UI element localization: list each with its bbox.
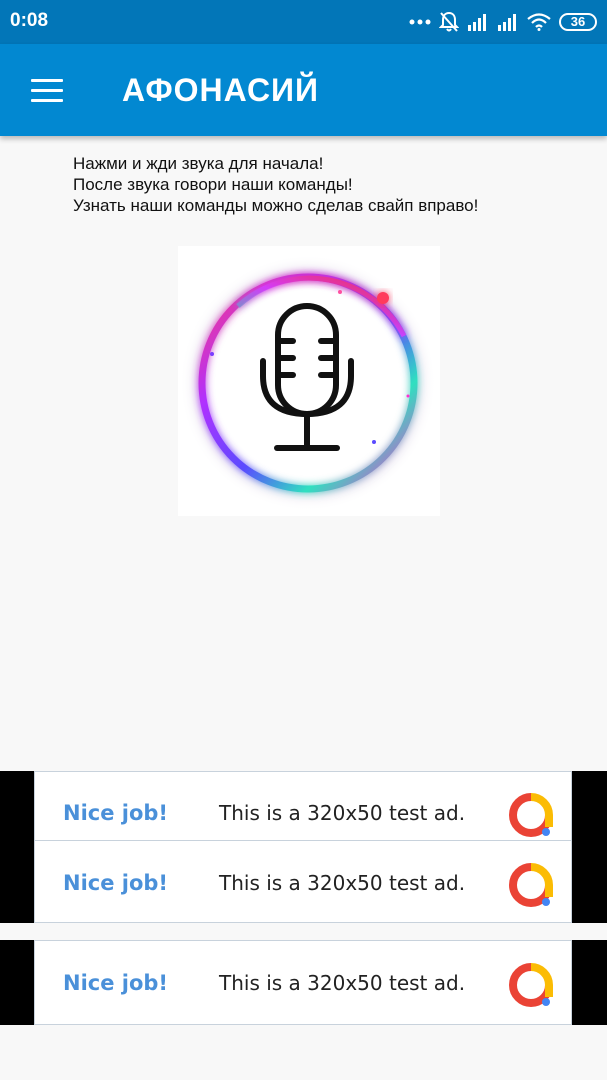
instructions-text: Нажми и жди звука для начала! После звук…	[73, 153, 593, 216]
status-bar: 0:08 36	[0, 0, 607, 44]
ad-row[interactable]: Nice job! This is a 320x50 test ad.	[35, 948, 571, 1018]
ad-text: This is a 320x50 test ad.	[219, 971, 466, 995]
battery-icon: 36	[559, 13, 597, 31]
hamburger-menu-icon[interactable]	[22, 68, 72, 112]
instruction-line: Узнать наши команды можно сделав свайп в…	[73, 196, 479, 215]
signal-icon	[498, 14, 516, 31]
instruction-line: После звука говори наши команды!	[73, 175, 353, 194]
status-time: 0:08	[10, 10, 49, 31]
ad-headline: Nice job!	[63, 971, 169, 995]
ad-text: This is a 320x50 test ad.	[219, 871, 466, 895]
ad-choices-icon	[509, 863, 553, 907]
app-title: АФОНАСИЙ	[122, 72, 320, 108]
app-bar: АФОНАСИЙ	[0, 44, 607, 136]
ad-text: This is a 320x50 test ad.	[219, 801, 466, 825]
ad-headline: Nice job!	[63, 871, 169, 895]
signal-icon	[468, 14, 486, 31]
ad-choices-icon	[509, 963, 553, 1007]
microphone-icon	[178, 246, 440, 516]
ad-card[interactable]: Nice job! This is a 320x50 test ad. Nice…	[34, 771, 572, 923]
instruction-line: Нажми и жди звука для начала!	[73, 154, 324, 173]
ad-row[interactable]: Nice job! This is a 320x50 test ad.	[35, 778, 571, 848]
ad-row[interactable]: Nice job! This is a 320x50 test ad.	[35, 848, 571, 918]
notifications-off-icon	[439, 11, 459, 32]
ad-choices-icon	[509, 793, 553, 837]
screen: 0:08 36 АФОНАСИЙ Нажми и жди звука для н…	[0, 0, 607, 1080]
status-icons: 36	[409, 8, 597, 36]
more-dots-icon	[409, 19, 431, 25]
ad-divider	[35, 840, 571, 841]
microphone-button[interactable]	[178, 246, 440, 516]
ad-card[interactable]: Nice job! This is a 320x50 test ad.	[34, 940, 572, 1025]
ad-headline: Nice job!	[63, 801, 169, 825]
wifi-icon	[527, 13, 551, 31]
